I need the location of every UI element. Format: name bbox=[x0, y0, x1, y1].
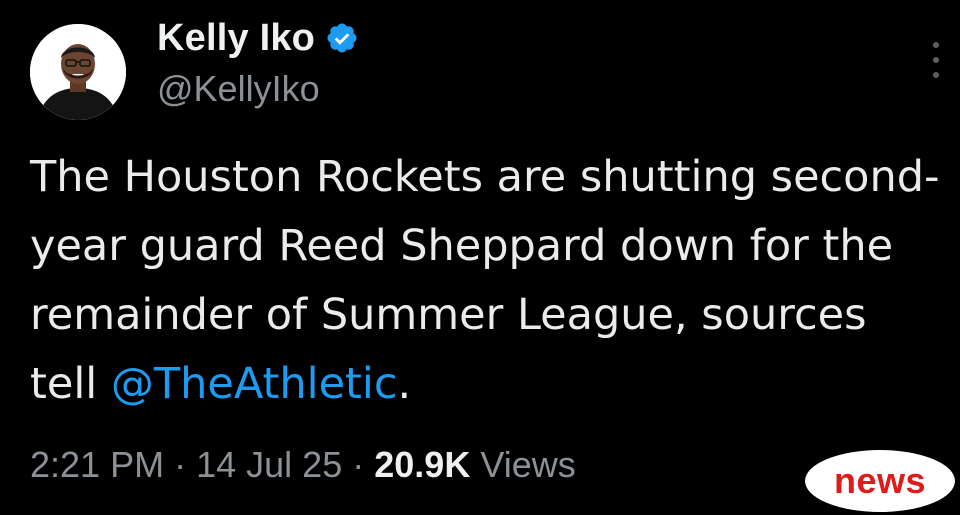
author-row: Kelly Iko bbox=[157, 12, 359, 64]
tweet-time[interactable]: 2:21 PM bbox=[30, 444, 164, 485]
tweet-card: Kelly Iko @KellyIko The Houston Rockets … bbox=[0, 0, 960, 515]
views-count[interactable]: 20.9K bbox=[374, 444, 470, 485]
tweet-meta: 2:21 PM · 14 Jul 25 · 20.9K Views bbox=[30, 444, 576, 486]
news-watermark: news bbox=[805, 450, 955, 512]
mention-link[interactable]: @TheAthletic bbox=[111, 359, 398, 409]
avatar[interactable] bbox=[30, 24, 126, 120]
news-watermark-label: news bbox=[833, 460, 927, 501]
user-handle[interactable]: @KellyIko bbox=[157, 68, 320, 110]
views-label: Views bbox=[480, 444, 576, 485]
tweet-date[interactable]: 14 Jul 25 bbox=[196, 444, 342, 485]
display-name[interactable]: Kelly Iko bbox=[157, 17, 315, 60]
tweet-text: The Houston Rockets are shutting second-… bbox=[30, 143, 940, 419]
meta-separator: · bbox=[352, 444, 365, 485]
tweet-punctuation: . bbox=[397, 359, 412, 409]
more-options-icon[interactable] bbox=[930, 42, 942, 78]
verified-badge-icon bbox=[325, 21, 359, 55]
meta-separator: · bbox=[174, 444, 187, 485]
